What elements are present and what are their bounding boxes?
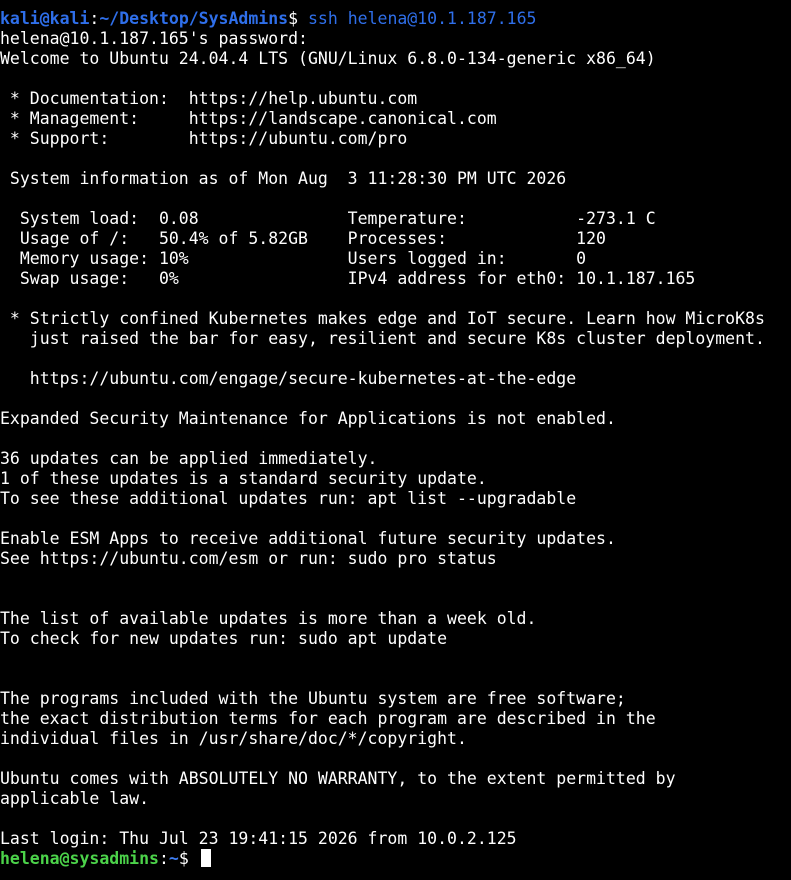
output-line: Usage of /: 50.4% of 5.82GB Processes: 1…	[0, 229, 606, 248]
output-line: 36 updates can be applied immediately.	[0, 449, 378, 468]
remote-prompt-user-host: helena@sysadmins	[0, 849, 159, 868]
output-line: individual files in /usr/share/doc/*/cop…	[0, 729, 467, 748]
output-line: Expanded Security Maintenance for Applic…	[0, 409, 616, 428]
output-line: To see these additional updates run: apt…	[0, 489, 577, 508]
output-line: applicable law.	[0, 789, 150, 808]
output-line: * Support: https://ubuntu.com/pro	[0, 129, 408, 148]
output-line: Enable ESM Apps to receive additional fu…	[0, 529, 616, 548]
output-line: See https://ubuntu.com/esm or run: sudo …	[0, 549, 497, 568]
local-prompt-user-host: kali@kali	[0, 9, 90, 28]
output-line: helena@10.1.187.165's password:	[0, 29, 308, 48]
local-prompt-line: kali@kali:~/Desktop/SysAdmins$ ssh helen…	[0, 9, 791, 29]
output-line: Swap usage: 0% IPv4 address for eth0: 10…	[0, 269, 696, 288]
output-line: System information as of Mon Aug 3 11:28…	[0, 169, 567, 188]
output-line: * Documentation: https://help.ubuntu.com	[0, 89, 418, 108]
output-line: To check for new updates run: sudo apt u…	[0, 629, 448, 648]
terminal-output: helena@10.1.187.165's password: Welcome t…	[0, 29, 791, 849]
output-line: The programs included with the Ubuntu sy…	[0, 689, 626, 708]
output-line: System load: 0.08 Temperature: -273.1 C	[0, 209, 656, 228]
local-prompt-separator: :	[89, 9, 100, 28]
ssh-command: ssh helena@10.1.187.165	[307, 9, 537, 28]
output-line: https://ubuntu.com/engage/secure-kuberne…	[0, 369, 577, 388]
output-line: * Management: https://landscape.canonica…	[0, 109, 497, 128]
local-prompt-path: ~/Desktop/SysAdmins	[99, 9, 289, 28]
remote-prompt-separator: :	[158, 849, 169, 868]
output-line: 1 of these updates is a standard securit…	[0, 469, 487, 488]
text-cursor[interactable]	[200, 849, 211, 867]
terminal-window[interactable]: kali@kali:~/Desktop/SysAdmins$ ssh helen…	[0, 0, 791, 880]
remote-prompt-path: ~	[168, 849, 179, 868]
output-line: Memory usage: 10% Users logged in: 0	[0, 249, 587, 268]
output-line: the exact distribution terms for each pr…	[0, 709, 656, 728]
remote-prompt-line[interactable]: helena@sysadmins:~$	[0, 849, 791, 869]
remote-prompt-symbol: $	[178, 849, 189, 868]
output-line: Ubuntu comes with ABSOLUTELY NO WARRANTY…	[0, 769, 676, 788]
output-line: Welcome to Ubuntu 24.04.4 LTS (GNU/Linux…	[0, 49, 656, 68]
output-line: just raised the bar for easy, resilient …	[0, 329, 765, 348]
output-line: Last login: Thu Jul 23 19:41:15 2026 fro…	[0, 829, 517, 848]
output-line: * Strictly confined Kubernetes makes edg…	[0, 309, 765, 328]
output-line: The list of available updates is more th…	[0, 609, 537, 628]
local-prompt-symbol: $	[288, 9, 299, 28]
